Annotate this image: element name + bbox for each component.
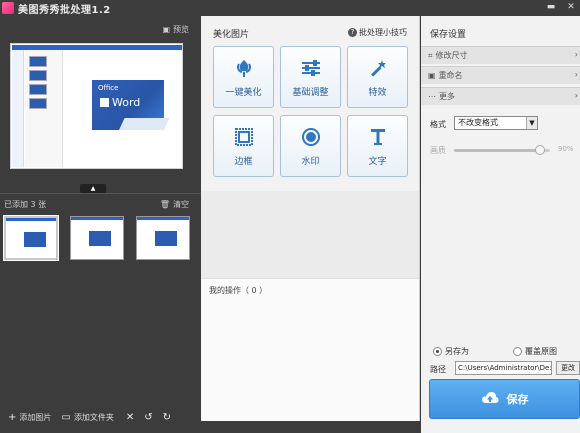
chevron-right-icon: › [574,50,578,59]
overwrite-label: 覆盖原图 [525,347,557,356]
word-logo-icon [100,98,109,107]
rename-icon: ▣ [428,71,436,80]
thumbnail-item[interactable] [3,215,59,261]
beautify-title: 美化图片 [213,30,250,40]
tool-label: 水印 [301,157,320,167]
thumbnail-list [0,208,201,268]
rotate-right-icon[interactable]: ↻ [163,412,171,423]
added-bar: 已添加 3 张 🗑 清空 [0,193,201,209]
path-label: 路径 [430,365,446,374]
tool-label: 文字 [368,157,387,167]
tool-label: 特效 [368,88,387,98]
tool-one-click-beautify[interactable]: 一键美化 [213,46,274,108]
tips-link[interactable]: ? 批处理小技巧 [348,27,407,38]
tool-label: 边框 [234,157,253,167]
folder-icon: ▭ [61,411,71,423]
close-icon[interactable]: ✕ [566,2,576,12]
section-resize[interactable]: ⌗ 修改尺寸 › [421,46,580,64]
crop-icon: ⌗ [428,50,433,60]
quality-slider-handle[interactable] [535,145,546,155]
beautify-panel: 美化图片 ? 批处理小技巧 一键美化 基础调整 特效 边框 水印 文字 我的操作… [201,16,420,421]
add-image-button[interactable]: + 添加图片 [8,412,51,423]
plus-icon: + [8,411,17,423]
tool-label: 基础调整 [292,88,329,98]
more-icon: ⋯ [428,92,436,101]
chevron-right-icon: › [574,91,578,100]
preview-label: 预览 [173,25,189,34]
thumbnail-item[interactable] [70,216,124,260]
preview-button[interactable]: ▣ 预览 [162,24,189,35]
chevron-right-icon: › [574,70,578,79]
path-field[interactable]: C:\Users\Administrator\De: [455,361,552,375]
change-path-button[interactable]: 更改 [556,361,580,375]
tulip-icon [214,57,273,83]
format-value: 不改变格式 [458,118,498,127]
watermark-icon [281,126,340,152]
section-label: 修改尺寸 [435,51,468,60]
save-button[interactable]: 保存 [429,379,580,419]
chevron-down-icon: ▼ [526,117,537,129]
word-text: Word [112,96,141,109]
preview-icon: ▣ [162,25,170,34]
thumbnail-item[interactable] [136,216,190,260]
save-label: 保存 [506,393,529,406]
radio-unselected-icon [513,347,522,356]
ops-label: 我的操作（ 0 ） [209,286,268,295]
magic-wand-icon [348,57,407,83]
quality-fill [454,149,541,152]
quality-slider[interactable] [454,145,550,155]
section-label: 更多 [439,92,455,101]
tool-frame[interactable]: 边框 [213,115,274,177]
delete-icon[interactable]: ✕ [126,412,134,423]
image-preview: Office Word [10,43,183,169]
office-word-card: Office Word [92,80,170,130]
collapse-toggle-button[interactable]: ▲ [80,184,106,193]
tool-label: 一键美化 [225,88,262,98]
help-icon: ? [348,28,357,37]
section-rename[interactable]: ▣ 重命名 › [421,66,580,84]
frame-icon [214,126,273,152]
save-settings-title: 保存设置 [430,30,467,40]
save-as-radio[interactable]: 另存为 [433,346,469,357]
window-title: 美图秀秀批处理1.2 [18,4,111,16]
radio-selected-icon [433,347,442,356]
tool-text[interactable]: 文字 [347,115,408,177]
preview-screenshot: Office Word [12,45,182,167]
left-panel: ▣ 预览 Office Word ▲ 已添加 3 张 🗑 清空 + 添加图片 ▭… [0,16,201,433]
add-folder-button[interactable]: ▭ 添加文件夹 [61,412,113,423]
menu-icon[interactable]: ▬ [546,2,556,12]
overwrite-radio[interactable]: 覆盖原图 [513,346,557,357]
tool-effects[interactable]: 特效 [347,46,408,108]
cloud-upload-icon [481,391,499,408]
save-as-label: 另存为 [445,347,469,356]
left-toolbar: + 添加图片 ▭ 添加文件夹 ✕ ↺ ↻ [0,401,201,433]
app-logo-icon [2,2,14,14]
tool-watermark[interactable]: 水印 [280,115,341,177]
my-operations: 我的操作（ 0 ） [201,278,419,421]
tool-basic-adjust[interactable]: 基础调整 [280,46,341,108]
add-image-label: 添加图片 [19,412,52,422]
add-folder-label: 添加文件夹 [73,412,114,422]
title-bar: 美图秀秀批处理1.2 ▬ ✕ [0,0,580,16]
section-label: 重命名 [438,71,463,80]
sliders-icon [281,57,340,83]
tips-label: 批处理小技巧 [359,28,407,37]
quality-label: 画质 [430,146,446,155]
format-select[interactable]: 不改变格式 ▼ [454,116,538,130]
rotate-left-icon[interactable]: ↺ [144,412,152,423]
quality-value: 90% [558,145,574,153]
save-settings-panel: 保存设置 ⌗ 修改尺寸 › ▣ 重命名 › ⋯ 更多 › 格式 不改变格式 ▼ … [421,16,580,433]
format-label: 格式 [430,120,446,129]
text-icon [348,126,407,152]
office-text: Office [98,84,119,92]
section-more[interactable]: ⋯ 更多 › [421,87,580,105]
